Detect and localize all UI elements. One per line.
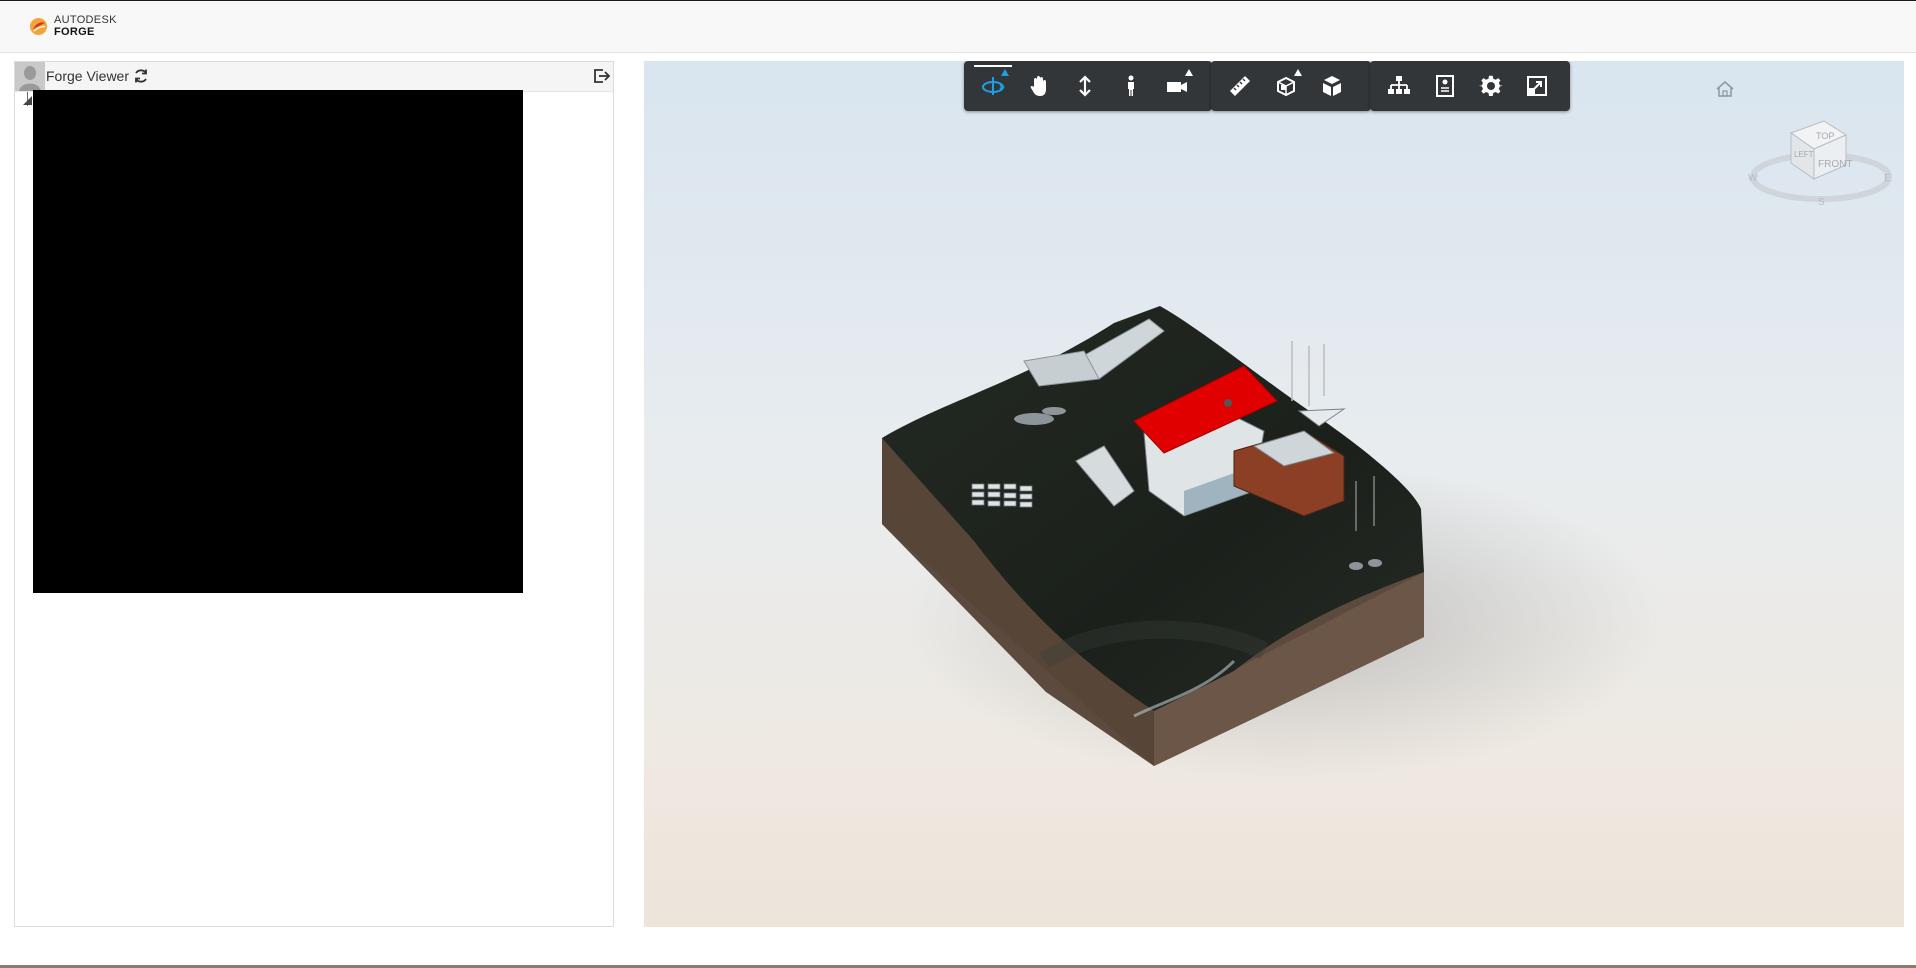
- settings-tools-group: [1370, 61, 1570, 111]
- tree-expand-caret-icon[interactable]: [23, 96, 33, 106]
- compass-e-label: E: [1884, 173, 1891, 184]
- fullscreen-icon: [1527, 76, 1547, 96]
- settings-button[interactable]: [1468, 63, 1514, 109]
- modeling-tools-group: [1211, 61, 1371, 111]
- model-browser-button[interactable]: [1376, 63, 1422, 109]
- fullscreen-button[interactable]: [1514, 63, 1560, 109]
- panel-header: Forge Viewer: [15, 62, 613, 92]
- explode-button[interactable]: [1309, 63, 1355, 109]
- viewcube[interactable]: TOP FRONT LEFT W E S: [1746, 97, 1896, 207]
- viewcube-top-label: TOP: [1816, 131, 1834, 141]
- first-person-button[interactable]: [1108, 63, 1154, 109]
- compass-s-label: S: [1818, 197, 1825, 207]
- camera-icon: [1167, 82, 1187, 92]
- orbit-button[interactable]: [970, 63, 1016, 109]
- ruler-icon: [1230, 76, 1250, 96]
- sign-out-icon[interactable]: [593, 68, 611, 84]
- home-icon[interactable]: [1714, 79, 1736, 99]
- hub-browser-panel: Forge Viewer: [14, 61, 614, 927]
- gear-icon: [1478, 75, 1503, 96]
- model-browser-tree-icon: [1388, 76, 1410, 94]
- properties-button[interactable]: [1422, 63, 1468, 109]
- forge-viewer-canvas[interactable]: TOP FRONT LEFT W E S: [644, 61, 1904, 927]
- orbit-flyout-indicator: [1001, 69, 1009, 76]
- viewcube-front-label: FRONT: [1818, 159, 1852, 170]
- pan-hand-icon: [1030, 76, 1046, 96]
- measure-button[interactable]: [1217, 63, 1263, 109]
- orbit-icon: [982, 77, 1005, 95]
- brand-name-line2: FORGE: [54, 26, 95, 38]
- brand-logo[interactable]: AUTODESK FORGE: [29, 14, 117, 38]
- model-thumbnail[interactable]: [33, 90, 523, 593]
- first-person-walk-icon: [1128, 75, 1134, 96]
- brand-name-line1: AUTODESK: [54, 14, 117, 26]
- camera-flyout-indicator: [1185, 69, 1193, 76]
- refresh-icon[interactable]: [133, 68, 149, 84]
- camera-button[interactable]: [1154, 63, 1200, 109]
- section-box-icon: [1277, 76, 1295, 97]
- properties-icon: [1436, 75, 1454, 97]
- compass-w-label: W: [1748, 173, 1758, 184]
- explode-model-icon: [1323, 76, 1341, 96]
- avatar[interactable]: [15, 62, 45, 91]
- section-button[interactable]: [1263, 63, 1309, 109]
- user-avatar-icon: [15, 62, 45, 91]
- pan-button[interactable]: [1016, 63, 1062, 109]
- zoom-button[interactable]: [1062, 63, 1108, 109]
- section-flyout-indicator: [1294, 69, 1302, 76]
- viewcube-left-label: LEFT: [1794, 150, 1814, 159]
- zoom-vertical-arrows-icon: [1079, 75, 1091, 97]
- building-model-3d[interactable]: [644, 61, 1904, 927]
- navigation-tools-group: [964, 61, 1212, 111]
- top-navbar: AUTODESK FORGE: [0, 0, 1916, 53]
- autodesk-forge-logo-icon: [29, 17, 48, 35]
- panel-title: Forge Viewer: [46, 68, 130, 84]
